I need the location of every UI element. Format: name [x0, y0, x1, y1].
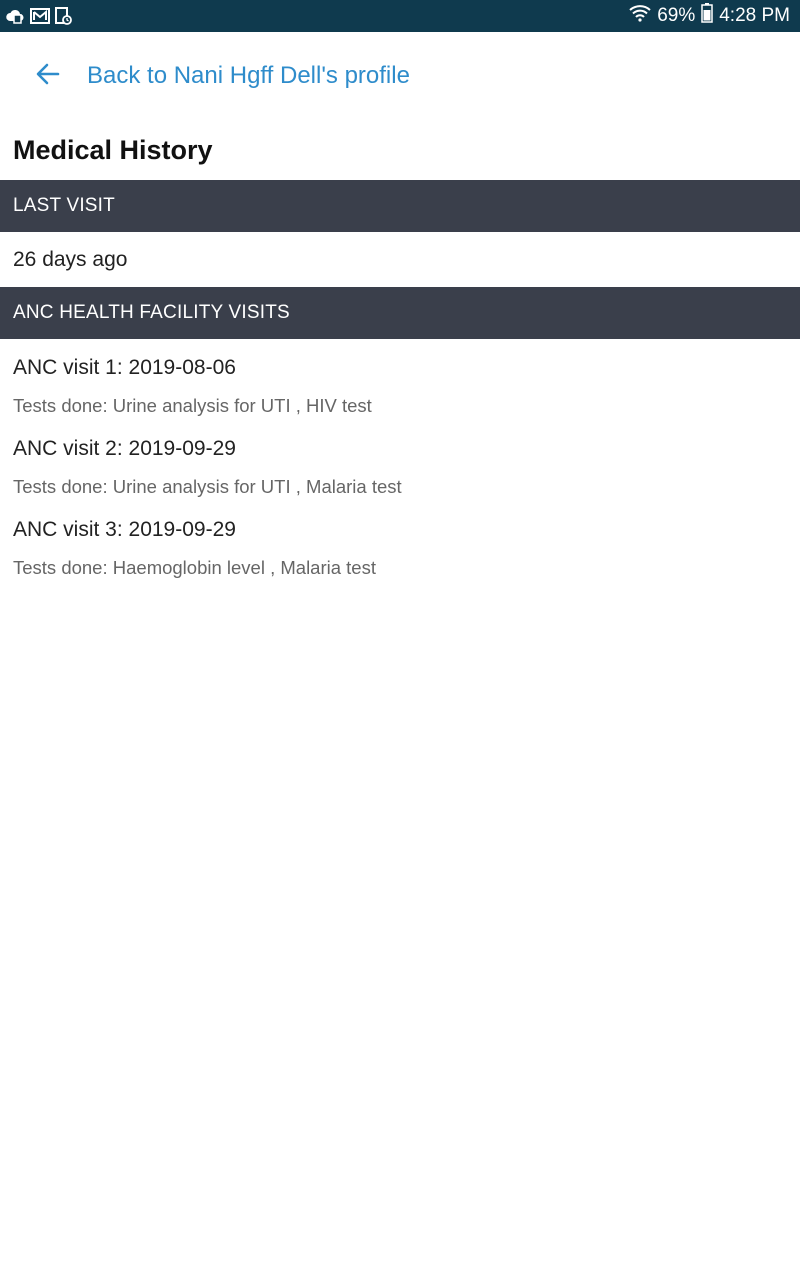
section-header-label: LAST VISIT [13, 195, 115, 216]
anc-visit-tests: Tests done: Haemoglobin level , Malaria … [13, 557, 376, 578]
anc-visit-item: ANC visit 3: 2019-09-29 Tests done: Haem… [13, 515, 793, 581]
status-indicators: 69% 4:28 PM [629, 0, 790, 32]
battery-percent: 69% [657, 5, 696, 26]
back-button[interactable] [30, 60, 66, 92]
mail-icon [30, 6, 50, 26]
anc-visit-title: ANC visit 3: 2019-09-29 [13, 518, 236, 541]
arrow-left-icon [36, 63, 60, 90]
back-to-profile-link[interactable]: Back to Nani Hgff Dell's profile [87, 60, 410, 92]
anc-visit-item: ANC visit 2: 2019-09-29 Tests done: Urin… [13, 434, 793, 500]
last-visit-value: 26 days ago [13, 248, 128, 271]
page-title: Medical History [13, 135, 213, 165]
cloud-icon [6, 6, 24, 26]
top-bar: Back to Nani Hgff Dell's profile [0, 32, 800, 118]
anc-visit-tests: Tests done: Urine analysis for UTI , Mal… [13, 476, 402, 497]
battery-icon [701, 3, 713, 29]
wifi-icon [629, 4, 651, 28]
section-header-label: ANC HEALTH FACILITY VISITS [13, 302, 290, 323]
section-header-last-visit: LAST VISIT [0, 180, 800, 232]
section-header-anc-visits: ANC HEALTH FACILITY VISITS [0, 287, 800, 339]
status-bar: 69% 4:28 PM [0, 0, 800, 32]
anc-visit-tests: Tests done: Urine analysis for UTI , HIV… [13, 395, 372, 416]
notification-icons [6, 6, 72, 26]
clock: 4:28 PM [719, 5, 790, 26]
clipboard-icon [54, 6, 72, 26]
anc-visit-title: ANC visit 1: 2019-08-06 [13, 356, 236, 379]
anc-visit-item: ANC visit 1: 2019-08-06 Tests done: Urin… [13, 353, 793, 419]
anc-visit-title: ANC visit 2: 2019-09-29 [13, 437, 236, 460]
